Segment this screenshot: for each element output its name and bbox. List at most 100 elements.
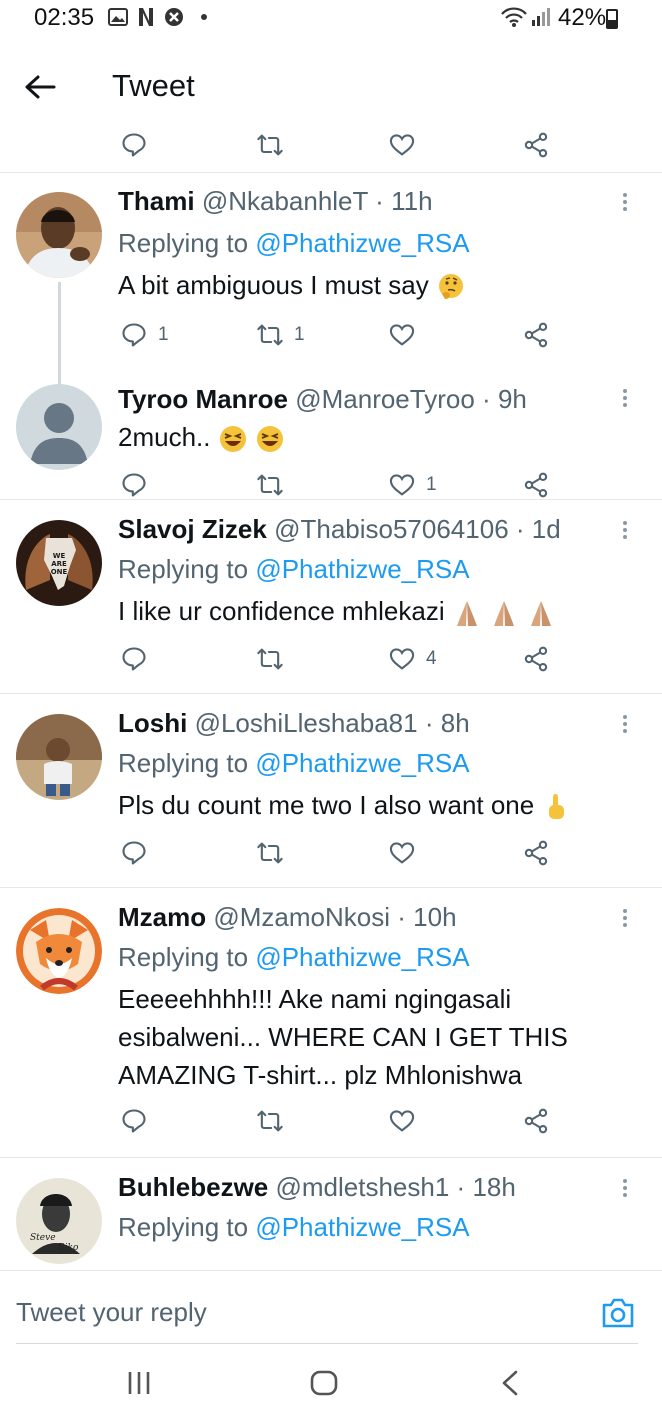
more-options-icon[interactable]: [618, 712, 632, 736]
arrow-left-icon[interactable]: [20, 72, 60, 102]
separator: ·: [397, 902, 406, 932]
replying-to-label: Replying to: [118, 228, 249, 258]
share-button[interactable]: [522, 1104, 550, 1138]
tweet-header: Loshi @LoshiLleshaba81 · 8h: [118, 708, 470, 739]
reply-tweet[interactable]: Loshi @LoshiLleshaba81 · 8h Replying to …: [0, 694, 662, 888]
mention-link[interactable]: @Phathizwe_RSA: [255, 942, 469, 972]
reply-icon: [122, 473, 146, 497]
replying-to-label: Replying to: [118, 1212, 249, 1242]
avatar[interactable]: [16, 908, 102, 994]
like-button[interactable]: [388, 1104, 426, 1138]
like-button[interactable]: [388, 318, 426, 352]
handle[interactable]: @mdletshesh1: [275, 1172, 449, 1202]
display-name[interactable]: Tyroo Manroe: [118, 384, 288, 414]
retweet-button[interactable]: [256, 1104, 294, 1138]
retweet-button[interactable]: [256, 468, 294, 502]
retweet-icon: [257, 1110, 283, 1132]
vpn-shield-icon: [164, 7, 184, 27]
retweet-button[interactable]: [256, 836, 294, 870]
handle[interactable]: @Thabiso57064106: [274, 514, 509, 544]
reply-button[interactable]: [120, 468, 158, 502]
mention-link[interactable]: @Phathizwe_RSA: [255, 1212, 469, 1242]
avatar[interactable]: Steve Biko: [16, 1178, 102, 1264]
reply-tweet[interactable]: Thami @NkabanhleT · 11h Replying to @Pha…: [0, 172, 662, 414]
svg-text:ARE: ARE: [51, 560, 67, 568]
tweet-text-line: esibalweni... WHERE CAN I GET THIS: [118, 1022, 568, 1052]
tweet-text-content: Pls du count me two I also want one: [118, 790, 535, 820]
replying-to-label: Replying to: [118, 942, 249, 972]
home-icon[interactable]: [310, 1370, 338, 1396]
reply-composer[interactable]: Tweet your reply: [0, 1270, 662, 1345]
more-options-icon[interactable]: [618, 386, 632, 410]
more-options-icon[interactable]: [618, 190, 632, 214]
retweet-icon: [257, 134, 283, 156]
retweet-count: 1: [294, 324, 305, 345]
reply-button[interactable]: [120, 1104, 158, 1138]
top-app-bar: Tweet: [0, 36, 662, 132]
separator: ·: [375, 186, 384, 216]
more-options-icon[interactable]: [618, 906, 632, 930]
like-button[interactable]: 1: [388, 468, 437, 502]
reply-tweet[interactable]: Mzamo @MzamoNkosi · 10h Replying to @Pha…: [0, 888, 662, 1158]
more-options-icon[interactable]: [618, 518, 632, 542]
like-count: 4: [426, 648, 437, 669]
like-button[interactable]: 4: [388, 642, 437, 676]
reply-tweet[interactable]: WE ARE ONE Slavoj Zizek @Thabiso57064106…: [0, 500, 662, 694]
retweet-button[interactable]: [256, 132, 284, 162]
wifi-signal-icon: [500, 6, 552, 28]
share-button[interactable]: [522, 132, 550, 162]
like-button[interactable]: [388, 132, 416, 162]
battery-icon: [606, 9, 618, 29]
pointing-up-emoji: [549, 794, 565, 820]
share-button[interactable]: [522, 468, 550, 502]
tweet-text: Pls du count me two I also want one: [118, 786, 638, 824]
reply-icon: [122, 323, 146, 347]
mention-link[interactable]: @Phathizwe_RSA: [255, 748, 469, 778]
reply-tweet[interactable]: Tyroo Manroe @ManroeTyroo · 9h 2much.. 1: [0, 348, 662, 500]
separator: ·: [456, 1172, 466, 1202]
camera-icon[interactable]: [600, 1297, 636, 1329]
share-icon: [524, 1108, 548, 1134]
display-name[interactable]: Buhlebezwe: [118, 1172, 268, 1202]
display-name[interactable]: Mzamo: [118, 902, 206, 932]
recent-apps-icon[interactable]: [126, 1370, 152, 1396]
reply-button[interactable]: [120, 642, 158, 676]
display-name[interactable]: Loshi: [118, 708, 187, 738]
reply-input[interactable]: Tweet your reply: [16, 1297, 207, 1328]
like-button[interactable]: [388, 836, 426, 870]
thinking-face-emoji: [438, 274, 463, 300]
gallery-icon: [108, 7, 128, 27]
handle[interactable]: @MzamoNkosi: [213, 902, 390, 932]
display-name[interactable]: Slavoj Zizek: [118, 514, 267, 544]
replies-timeline[interactable]: Thami @NkabanhleT · 11h Replying to @Pha…: [0, 132, 662, 1270]
share-button[interactable]: [522, 318, 550, 352]
laughing-face-emoji: [256, 426, 283, 453]
handle[interactable]: @NkabanhleT: [202, 186, 368, 216]
reply-button[interactable]: 1: [120, 318, 169, 352]
tweet-text-line: Eeeeehhhh!!! Ake nami ngingasali: [118, 984, 512, 1014]
handle[interactable]: @ManroeTyroo: [295, 384, 475, 414]
avatar[interactable]: [16, 714, 102, 800]
reply-button[interactable]: [120, 836, 158, 870]
display-name[interactable]: Thami: [118, 186, 195, 216]
folded-hands-emoji: [456, 601, 477, 627]
svg-text:Biko: Biko: [57, 1243, 79, 1253]
share-button[interactable]: [522, 642, 550, 676]
reply-tweet[interactable]: Steve Biko Buhlebezwe @mdletshesh1 · 18h…: [0, 1158, 662, 1270]
more-options-icon[interactable]: [618, 1176, 632, 1200]
retweet-button[interactable]: [256, 642, 294, 676]
timestamp: 10h: [413, 902, 457, 932]
tweet-header: Buhlebezwe @mdletshesh1 · 18h: [118, 1172, 516, 1203]
handle[interactable]: @LoshiLleshaba81: [195, 708, 418, 738]
tweet-text: I like ur confidence mhlekazi: [118, 592, 638, 630]
retweet-button[interactable]: 1: [256, 318, 305, 352]
reply-button[interactable]: [120, 132, 148, 162]
back-icon[interactable]: [500, 1370, 520, 1396]
share-button[interactable]: [522, 836, 550, 870]
replying-to: Replying to @Phathizwe_RSA: [118, 1212, 470, 1243]
avatar[interactable]: WE ARE ONE: [16, 520, 102, 606]
mention-link[interactable]: @Phathizwe_RSA: [255, 554, 469, 584]
avatar[interactable]: [16, 192, 102, 278]
avatar[interactable]: [16, 384, 102, 470]
mention-link[interactable]: @Phathizwe_RSA: [255, 228, 469, 258]
